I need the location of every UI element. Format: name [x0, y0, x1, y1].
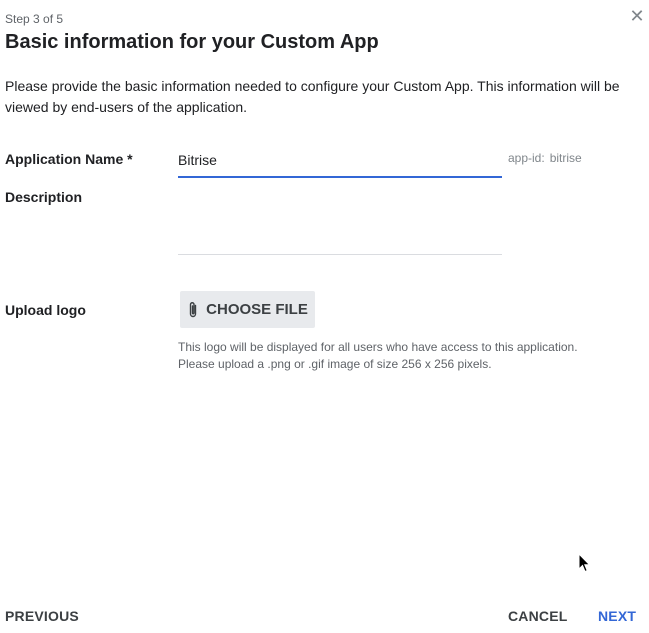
logo-help-line: Please upload a .png or .gif image of si…: [178, 357, 492, 371]
custom-app-dialog: Step 3 of 5 ✕ Basic information for your…: [0, 0, 649, 633]
logo-help-line: This logo will be displayed for all user…: [178, 340, 578, 354]
app-id-hint: app-id: bitrise: [508, 151, 582, 165]
paperclip-icon: [187, 301, 199, 319]
step-indicator: Step 3 of 5: [5, 12, 64, 26]
choose-file-button[interactable]: CHOOSE FILE: [180, 291, 315, 328]
previous-button[interactable]: PREVIOUS: [5, 608, 79, 624]
close-icon[interactable]: ✕: [627, 6, 647, 26]
description-input[interactable]: [178, 184, 502, 255]
upload-logo-label: Upload logo: [5, 302, 86, 318]
intro-text: Please provide the basic information nee…: [5, 78, 620, 115]
app-id-label: app-id:: [508, 151, 545, 165]
mouse-pointer-icon: [578, 552, 592, 578]
cancel-button[interactable]: CANCEL: [508, 608, 568, 624]
logo-help-text: This logo will be displayed for all user…: [178, 339, 638, 373]
description-label: Description: [5, 189, 83, 205]
next-button[interactable]: NEXT: [598, 608, 636, 624]
dialog-title: Basic information for your Custom App: [5, 31, 379, 53]
app-id-value: bitrise: [549, 151, 582, 165]
app-name-input[interactable]: [178, 144, 502, 178]
app-name-label: Application Name *: [5, 151, 133, 167]
choose-file-label: CHOOSE FILE: [206, 301, 308, 318]
